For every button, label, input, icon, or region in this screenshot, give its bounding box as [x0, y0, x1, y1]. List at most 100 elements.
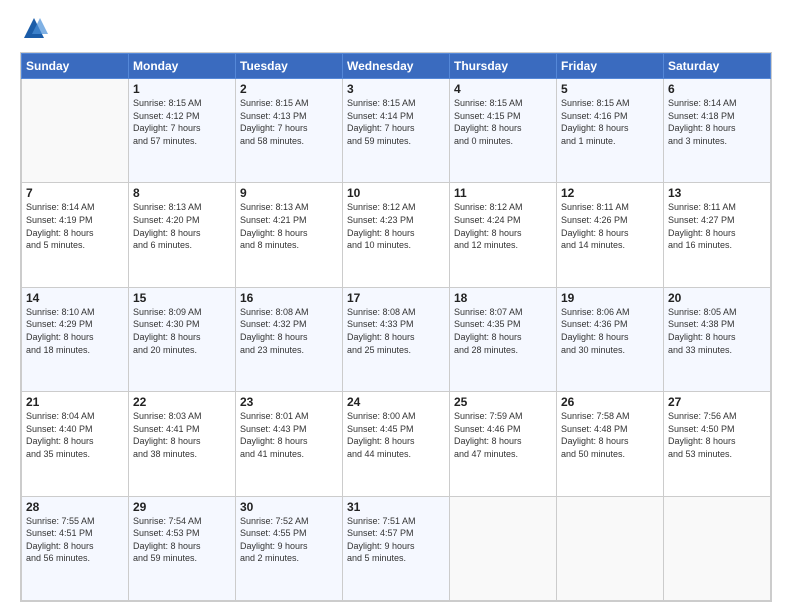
day-number: 1: [133, 82, 231, 96]
day-info: Sunrise: 8:14 AM Sunset: 4:18 PM Dayligh…: [668, 97, 766, 147]
day-cell: 18Sunrise: 8:07 AM Sunset: 4:35 PM Dayli…: [450, 287, 557, 391]
day-number: 4: [454, 82, 552, 96]
day-info: Sunrise: 7:54 AM Sunset: 4:53 PM Dayligh…: [133, 515, 231, 565]
day-info: Sunrise: 7:59 AM Sunset: 4:46 PM Dayligh…: [454, 410, 552, 460]
day-info: Sunrise: 7:55 AM Sunset: 4:51 PM Dayligh…: [26, 515, 124, 565]
day-number: 9: [240, 186, 338, 200]
day-info: Sunrise: 8:13 AM Sunset: 4:20 PM Dayligh…: [133, 201, 231, 251]
day-cell: 11Sunrise: 8:12 AM Sunset: 4:24 PM Dayli…: [450, 183, 557, 287]
day-number: 26: [561, 395, 659, 409]
day-cell: 13Sunrise: 8:11 AM Sunset: 4:27 PM Dayli…: [664, 183, 771, 287]
day-number: 31: [347, 500, 445, 514]
day-header-sunday: Sunday: [22, 54, 129, 79]
day-cell: 12Sunrise: 8:11 AM Sunset: 4:26 PM Dayli…: [557, 183, 664, 287]
header-row: SundayMondayTuesdayWednesdayThursdayFrid…: [22, 54, 771, 79]
day-number: 24: [347, 395, 445, 409]
day-number: 19: [561, 291, 659, 305]
day-info: Sunrise: 8:11 AM Sunset: 4:26 PM Dayligh…: [561, 201, 659, 251]
day-number: 16: [240, 291, 338, 305]
day-info: Sunrise: 8:06 AM Sunset: 4:36 PM Dayligh…: [561, 306, 659, 356]
day-number: 6: [668, 82, 766, 96]
day-info: Sunrise: 8:09 AM Sunset: 4:30 PM Dayligh…: [133, 306, 231, 356]
day-cell: 23Sunrise: 8:01 AM Sunset: 4:43 PM Dayli…: [236, 392, 343, 496]
day-number: 17: [347, 291, 445, 305]
day-number: 7: [26, 186, 124, 200]
day-number: 28: [26, 500, 124, 514]
day-info: Sunrise: 7:56 AM Sunset: 4:50 PM Dayligh…: [668, 410, 766, 460]
day-number: 30: [240, 500, 338, 514]
week-row: 7Sunrise: 8:14 AM Sunset: 4:19 PM Daylig…: [22, 183, 771, 287]
day-header-thursday: Thursday: [450, 54, 557, 79]
day-number: 3: [347, 82, 445, 96]
day-cell: 10Sunrise: 8:12 AM Sunset: 4:23 PM Dayli…: [343, 183, 450, 287]
day-cell: 27Sunrise: 7:56 AM Sunset: 4:50 PM Dayli…: [664, 392, 771, 496]
day-info: Sunrise: 8:12 AM Sunset: 4:23 PM Dayligh…: [347, 201, 445, 251]
day-cell: 25Sunrise: 7:59 AM Sunset: 4:46 PM Dayli…: [450, 392, 557, 496]
day-info: Sunrise: 8:15 AM Sunset: 4:16 PM Dayligh…: [561, 97, 659, 147]
day-number: 15: [133, 291, 231, 305]
day-info: Sunrise: 8:11 AM Sunset: 4:27 PM Dayligh…: [668, 201, 766, 251]
day-number: 2: [240, 82, 338, 96]
day-cell: 29Sunrise: 7:54 AM Sunset: 4:53 PM Dayli…: [129, 496, 236, 600]
day-info: Sunrise: 8:10 AM Sunset: 4:29 PM Dayligh…: [26, 306, 124, 356]
day-info: Sunrise: 8:00 AM Sunset: 4:45 PM Dayligh…: [347, 410, 445, 460]
calendar: SundayMondayTuesdayWednesdayThursdayFrid…: [20, 52, 772, 602]
day-cell: 7Sunrise: 8:14 AM Sunset: 4:19 PM Daylig…: [22, 183, 129, 287]
day-info: Sunrise: 8:01 AM Sunset: 4:43 PM Dayligh…: [240, 410, 338, 460]
day-cell: 1Sunrise: 8:15 AM Sunset: 4:12 PM Daylig…: [129, 79, 236, 183]
day-number: 27: [668, 395, 766, 409]
day-info: Sunrise: 8:07 AM Sunset: 4:35 PM Dayligh…: [454, 306, 552, 356]
day-cell: 4Sunrise: 8:15 AM Sunset: 4:15 PM Daylig…: [450, 79, 557, 183]
day-info: Sunrise: 8:13 AM Sunset: 4:21 PM Dayligh…: [240, 201, 338, 251]
calendar-table: SundayMondayTuesdayWednesdayThursdayFrid…: [21, 53, 771, 601]
day-header-saturday: Saturday: [664, 54, 771, 79]
day-cell: 2Sunrise: 8:15 AM Sunset: 4:13 PM Daylig…: [236, 79, 343, 183]
day-cell: [664, 496, 771, 600]
day-cell: [450, 496, 557, 600]
day-info: Sunrise: 8:08 AM Sunset: 4:33 PM Dayligh…: [347, 306, 445, 356]
day-number: 21: [26, 395, 124, 409]
day-number: 13: [668, 186, 766, 200]
day-number: 20: [668, 291, 766, 305]
logo: [20, 16, 52, 44]
day-cell: 19Sunrise: 8:06 AM Sunset: 4:36 PM Dayli…: [557, 287, 664, 391]
day-cell: 6Sunrise: 8:14 AM Sunset: 4:18 PM Daylig…: [664, 79, 771, 183]
logo-icon: [20, 16, 48, 44]
page: SundayMondayTuesdayWednesdayThursdayFrid…: [0, 0, 792, 612]
day-info: Sunrise: 7:58 AM Sunset: 4:48 PM Dayligh…: [561, 410, 659, 460]
week-row: 21Sunrise: 8:04 AM Sunset: 4:40 PM Dayli…: [22, 392, 771, 496]
day-number: 8: [133, 186, 231, 200]
day-cell: [22, 79, 129, 183]
day-cell: 24Sunrise: 8:00 AM Sunset: 4:45 PM Dayli…: [343, 392, 450, 496]
day-number: 5: [561, 82, 659, 96]
day-info: Sunrise: 8:05 AM Sunset: 4:38 PM Dayligh…: [668, 306, 766, 356]
day-info: Sunrise: 8:04 AM Sunset: 4:40 PM Dayligh…: [26, 410, 124, 460]
week-row: 28Sunrise: 7:55 AM Sunset: 4:51 PM Dayli…: [22, 496, 771, 600]
week-row: 1Sunrise: 8:15 AM Sunset: 4:12 PM Daylig…: [22, 79, 771, 183]
day-cell: 20Sunrise: 8:05 AM Sunset: 4:38 PM Dayli…: [664, 287, 771, 391]
day-cell: 28Sunrise: 7:55 AM Sunset: 4:51 PM Dayli…: [22, 496, 129, 600]
day-cell: 31Sunrise: 7:51 AM Sunset: 4:57 PM Dayli…: [343, 496, 450, 600]
day-header-monday: Monday: [129, 54, 236, 79]
day-number: 29: [133, 500, 231, 514]
day-info: Sunrise: 8:08 AM Sunset: 4:32 PM Dayligh…: [240, 306, 338, 356]
day-number: 18: [454, 291, 552, 305]
day-cell: 15Sunrise: 8:09 AM Sunset: 4:30 PM Dayli…: [129, 287, 236, 391]
day-info: Sunrise: 8:15 AM Sunset: 4:13 PM Dayligh…: [240, 97, 338, 147]
day-info: Sunrise: 8:15 AM Sunset: 4:14 PM Dayligh…: [347, 97, 445, 147]
day-info: Sunrise: 7:52 AM Sunset: 4:55 PM Dayligh…: [240, 515, 338, 565]
day-info: Sunrise: 8:03 AM Sunset: 4:41 PM Dayligh…: [133, 410, 231, 460]
day-cell: [557, 496, 664, 600]
day-cell: 21Sunrise: 8:04 AM Sunset: 4:40 PM Dayli…: [22, 392, 129, 496]
day-cell: 30Sunrise: 7:52 AM Sunset: 4:55 PM Dayli…: [236, 496, 343, 600]
day-number: 25: [454, 395, 552, 409]
day-cell: 14Sunrise: 8:10 AM Sunset: 4:29 PM Dayli…: [22, 287, 129, 391]
day-number: 22: [133, 395, 231, 409]
week-row: 14Sunrise: 8:10 AM Sunset: 4:29 PM Dayli…: [22, 287, 771, 391]
day-header-tuesday: Tuesday: [236, 54, 343, 79]
header: [20, 16, 772, 44]
calendar-body: 1Sunrise: 8:15 AM Sunset: 4:12 PM Daylig…: [22, 79, 771, 601]
day-cell: 9Sunrise: 8:13 AM Sunset: 4:21 PM Daylig…: [236, 183, 343, 287]
day-number: 23: [240, 395, 338, 409]
day-info: Sunrise: 8:14 AM Sunset: 4:19 PM Dayligh…: [26, 201, 124, 251]
